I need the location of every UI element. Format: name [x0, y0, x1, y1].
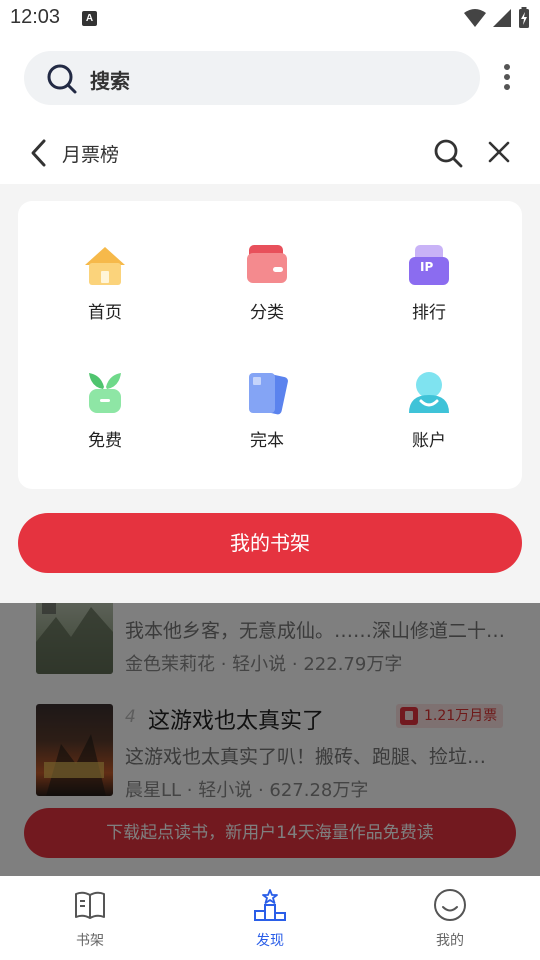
nav-item-profile[interactable]: 我的 [400, 888, 500, 950]
menu-item-label: 账户 [412, 431, 446, 451]
search-icon[interactable] [433, 138, 463, 168]
menu-item-ranking[interactable]: IP 排行 [369, 241, 489, 341]
my-bookshelf-button[interactable]: 我的书架 [18, 513, 522, 573]
finished-books-icon [249, 373, 288, 415]
status-bar: 12:03 A [0, 0, 540, 36]
wifi-icon [464, 9, 486, 27]
bottom-nav: 书架 发现 我的 [0, 876, 540, 960]
bookshelf-icon [75, 891, 105, 919]
profile-smile-icon [434, 889, 466, 921]
more-dot-icon [504, 84, 510, 90]
ranking-ip-icon: IP [409, 245, 449, 285]
dim-overlay[interactable] [0, 603, 540, 876]
search-icon [47, 64, 77, 94]
menu-item-label: 完本 [250, 431, 284, 451]
menu-card: 首页 分类 IP 排行 免费 完本 账户 [18, 201, 522, 489]
svg-text:IP: IP [420, 260, 433, 274]
home-house-icon [85, 247, 125, 285]
menu-item-finished[interactable]: 完本 [207, 369, 327, 469]
menu-item-category[interactable]: 分类 [207, 241, 327, 341]
nav-item-discover[interactable]: 发现 [220, 888, 320, 950]
account-person-icon [409, 372, 449, 413]
battery-charging-icon [519, 7, 529, 28]
nav-item-label: 我的 [436, 933, 464, 949]
menu-item-label: 首页 [88, 303, 122, 323]
menu-item-free[interactable]: 免费 [45, 369, 165, 469]
more-dot-icon [504, 64, 510, 70]
page-title: 月票榜 [62, 144, 120, 166]
navigation-panel: 首页 分类 IP 排行 免费 完本 账户 我的书架 [0, 184, 540, 603]
menu-item-account[interactable]: 账户 [369, 369, 489, 469]
free-sprout-icon [89, 373, 121, 413]
nav-item-label: 书架 [76, 933, 104, 949]
search-label: 搜索 [90, 69, 130, 93]
menu-item-home[interactable]: 首页 [45, 241, 165, 341]
menu-item-label: 排行 [412, 303, 446, 323]
more-options-button[interactable] [494, 60, 520, 96]
nav-item-bookshelf[interactable]: 书架 [40, 888, 140, 950]
menu-item-label: 分类 [250, 303, 284, 323]
search-bar[interactable]: 搜索 [24, 51, 480, 105]
status-icons [464, 7, 530, 29]
close-icon[interactable] [487, 140, 511, 164]
more-dot-icon [504, 74, 510, 80]
category-wallet-icon [247, 245, 287, 283]
title-row: 月票榜 [0, 122, 540, 184]
cell-signal-icon [493, 9, 511, 27]
nav-item-label: 发现 [256, 933, 284, 949]
menu-item-label: 免费 [88, 431, 122, 451]
back-arrow-icon[interactable] [28, 138, 50, 168]
notification-a-icon: A [82, 11, 97, 26]
status-time: 12:03 [10, 6, 61, 28]
discover-podium-icon [254, 889, 286, 921]
